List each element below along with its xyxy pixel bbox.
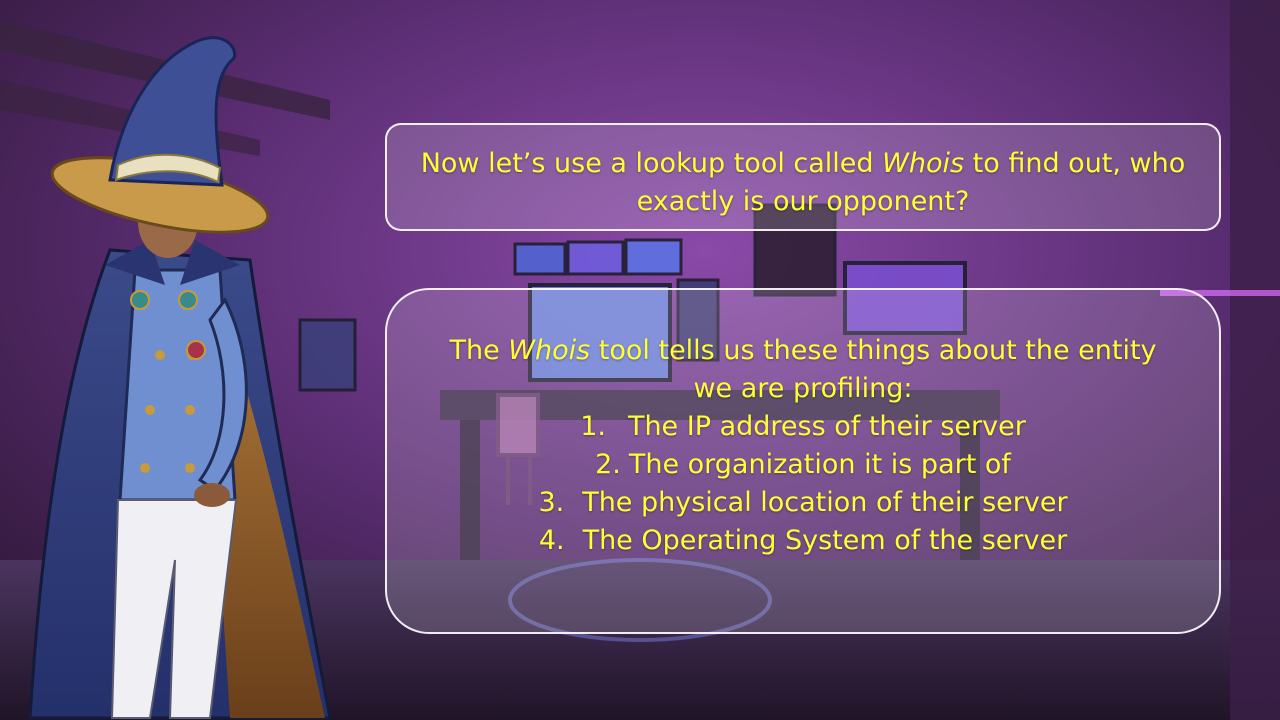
dialog-box-main: The Whois tool tells us these things abo… bbox=[385, 288, 1221, 634]
dialog-top-text: Now let’s use a lookup tool called Whois… bbox=[420, 148, 1186, 217]
tool-name: Whois bbox=[508, 335, 591, 366]
info-list: 1. The IP address of their server 2. The o… bbox=[387, 408, 1219, 560]
list-item: 4. The Operating System of the server bbox=[538, 525, 1068, 556]
wizard-hand bbox=[194, 483, 230, 507]
list-item: 2. The organization it is part of bbox=[595, 449, 1011, 480]
tool-name: Whois bbox=[882, 148, 965, 179]
list-item: 3. The physical location of their server bbox=[538, 487, 1068, 518]
dialog-intro: The Whois tool tells us these things abo… bbox=[449, 335, 1157, 404]
right-wall-panel bbox=[1230, 0, 1280, 720]
dialog-box-top: Now let’s use a lookup tool called Whois… bbox=[385, 123, 1221, 231]
list-item: 1. The IP address of their server bbox=[580, 411, 1026, 442]
